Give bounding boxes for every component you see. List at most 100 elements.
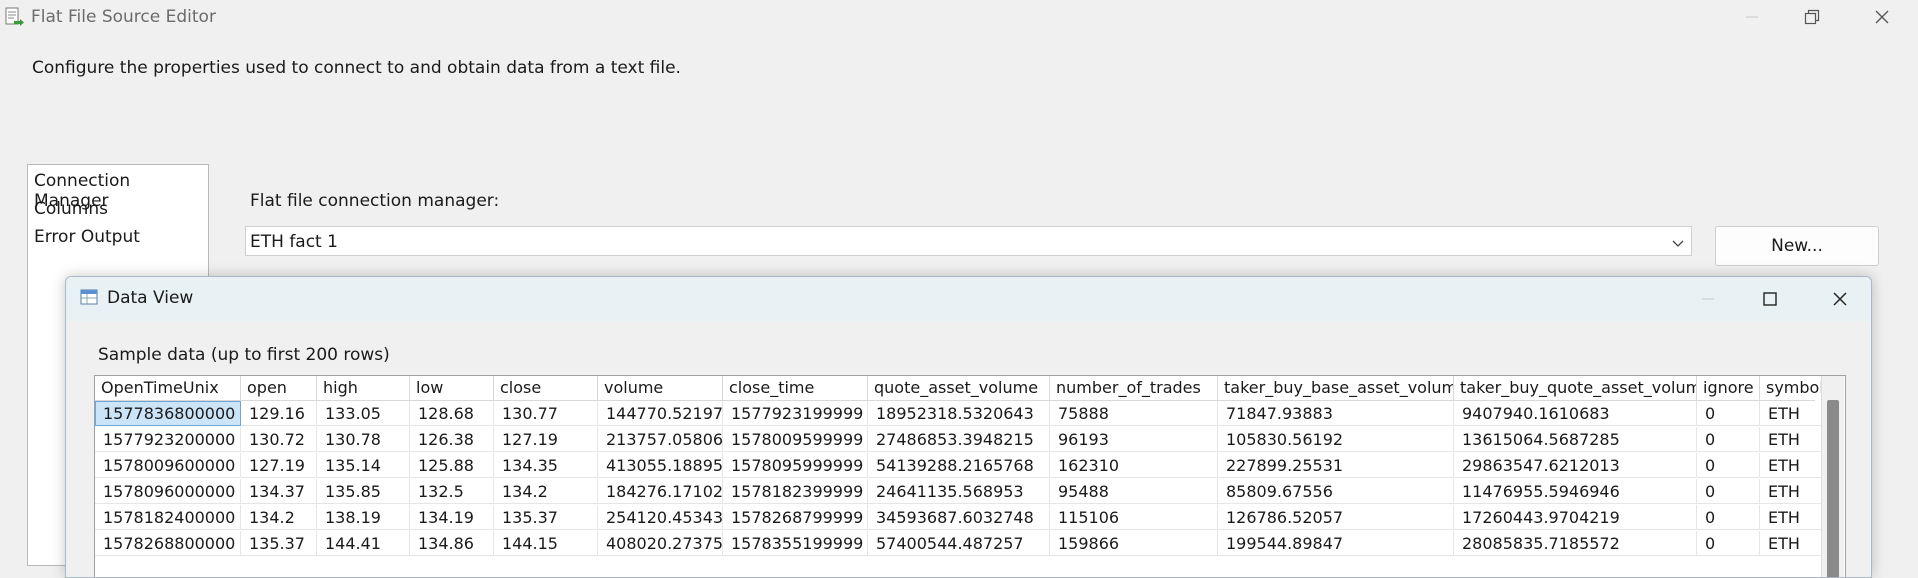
table-cell[interactable]: 1578009599999 bbox=[723, 427, 868, 452]
maximize-icon bbox=[1763, 292, 1777, 306]
table-cell[interactable]: 125.88 bbox=[410, 453, 494, 478]
column-header[interactable]: close_time bbox=[723, 376, 868, 400]
table-cell[interactable]: 75888 bbox=[1050, 401, 1218, 426]
table-cell[interactable]: 134.2 bbox=[241, 505, 317, 530]
table-row[interactable]: 1578182400000 134.2 138.19 134.19 135.37 2541… bbox=[95, 505, 1832, 530]
column-header[interactable]: taker_buy_quote_asset_volume bbox=[1454, 376, 1697, 400]
table-cell[interactable]: 135.14 bbox=[317, 453, 410, 478]
table-cell[interactable]: 18952318.5320643 bbox=[868, 401, 1050, 426]
column-header[interactable]: number_of_trades bbox=[1050, 376, 1218, 400]
column-header[interactable]: volume bbox=[598, 376, 723, 400]
table-cell[interactable]: 254120.45343 bbox=[598, 505, 723, 530]
connection-manager-label: Flat file connection manager: bbox=[250, 191, 500, 211]
table-cell[interactable]: 138.19 bbox=[317, 505, 410, 530]
data-view-close-button[interactable] bbox=[1808, 277, 1871, 321]
chevron-down-icon[interactable] bbox=[1671, 235, 1685, 254]
table-cell[interactable]: 11476955.5946946 bbox=[1454, 479, 1697, 504]
table-cell[interactable]: 1578182399999 bbox=[723, 479, 868, 504]
column-header[interactable]: taker_buy_base_asset_volume bbox=[1218, 376, 1454, 400]
table-cell[interactable]: 134.35 bbox=[494, 453, 598, 478]
table-cell[interactable]: 162310 bbox=[1050, 453, 1218, 478]
column-header[interactable]: ignore bbox=[1697, 376, 1760, 400]
table-cell[interactable]: 9407940.1610683 bbox=[1454, 401, 1697, 426]
table-cell[interactable]: 127.19 bbox=[494, 427, 598, 452]
table-cell[interactable]: 0 bbox=[1697, 427, 1760, 452]
table-cell[interactable]: 13615064.5687285 bbox=[1454, 427, 1697, 452]
table-cell[interactable]: 133.05 bbox=[317, 401, 410, 426]
flat-file-source-icon bbox=[3, 6, 25, 28]
table-cell[interactable]: 1577923200000 bbox=[95, 427, 241, 452]
table-cell[interactable]: 24641135.568953 bbox=[868, 479, 1050, 504]
table-cell[interactable]: 0 bbox=[1697, 479, 1760, 504]
table-cell[interactable]: 134.37 bbox=[241, 479, 317, 504]
table-cell[interactable]: 1577923199999 bbox=[723, 401, 868, 426]
restore-button[interactable] bbox=[1782, 0, 1842, 34]
data-grid[interactable]: OpenTimeUnix open high low close volume close_… bbox=[94, 375, 1846, 577]
table-cell[interactable]: 127.19 bbox=[241, 453, 317, 478]
window-title: Flat File Source Editor bbox=[31, 7, 216, 27]
data-view-minimize-button[interactable] bbox=[1676, 277, 1740, 321]
close-button[interactable] bbox=[1852, 0, 1912, 34]
table-cell[interactable]: 27486853.3948215 bbox=[868, 427, 1050, 452]
sample-data-label: Sample data (up to first 200 rows) bbox=[98, 345, 390, 365]
table-cell[interactable]: 85809.67556 bbox=[1218, 479, 1454, 504]
column-header[interactable]: open bbox=[241, 376, 317, 400]
table-cell[interactable]: 135.37 bbox=[494, 505, 598, 530]
table-cell[interactable]: 129.16 bbox=[241, 401, 317, 426]
table-cell[interactable]: 132.5 bbox=[410, 479, 494, 504]
table-cell[interactable]: 413055.18895 bbox=[598, 453, 723, 478]
table-cell[interactable]: 184276.17102 bbox=[598, 479, 723, 504]
table-cell[interactable]: 0 bbox=[1697, 453, 1760, 478]
table-cell[interactable]: 227899.25531 bbox=[1218, 453, 1454, 478]
table-cell[interactable]: 134.2 bbox=[494, 479, 598, 504]
minimize-icon bbox=[1746, 16, 1758, 18]
table-cell[interactable]: 126.38 bbox=[410, 427, 494, 452]
table-cell[interactable]: 130.78 bbox=[317, 427, 410, 452]
table-cell[interactable]: 128.68 bbox=[410, 401, 494, 426]
table-cell[interactable]: 29863547.6212013 bbox=[1454, 453, 1697, 478]
table-cell[interactable]: 17260443.9704219 bbox=[1454, 505, 1697, 530]
column-header[interactable]: OpenTimeUnix bbox=[95, 376, 241, 400]
new-connection-button[interactable]: New... bbox=[1715, 226, 1879, 266]
column-header[interactable]: high bbox=[317, 376, 410, 400]
table-cell[interactable]: 213757.05806 bbox=[598, 427, 723, 452]
table-cell[interactable]: 1578095999999 bbox=[723, 453, 868, 478]
column-header[interactable]: close bbox=[494, 376, 598, 400]
table-cell[interactable]: 54139288.2165768 bbox=[868, 453, 1050, 478]
connection-manager-select[interactable]: ETH fact 1 bbox=[245, 226, 1692, 256]
table-cell[interactable]: 95488 bbox=[1050, 479, 1218, 504]
table-cell[interactable]: 1578182400000 bbox=[95, 505, 241, 530]
column-header[interactable]: quote_asset_volume bbox=[868, 376, 1050, 400]
table-cell[interactable]: 130.72 bbox=[241, 427, 317, 452]
table-cell[interactable]: 105830.56192 bbox=[1218, 427, 1454, 452]
vertical-scrollbar[interactable] bbox=[1821, 376, 1844, 577]
close-icon bbox=[1875, 10, 1889, 24]
table-row[interactable]: 1578009600000 127.19 135.14 125.88 134.35 413… bbox=[95, 453, 1832, 478]
table-cell[interactable]: 130.77 bbox=[494, 401, 598, 426]
table-cell[interactable]: 96193 bbox=[1050, 427, 1218, 452]
table-cell[interactable]: 34593687.6032748 bbox=[868, 505, 1050, 530]
table-cell[interactable]: 1578009600000 bbox=[95, 453, 241, 478]
table-cell[interactable]: 134.19 bbox=[410, 505, 494, 530]
table-cell[interactable]: 1578268799999 bbox=[723, 505, 868, 530]
table-cell[interactable]: 0 bbox=[1697, 401, 1760, 426]
minimize-icon bbox=[1702, 298, 1714, 300]
table-cell[interactable]: 126786.52057 bbox=[1218, 505, 1454, 530]
table-row[interactable]: 1577836800000 129.16 133.05 128.68 130.77 144… bbox=[95, 401, 1832, 426]
table-cell[interactable]: 1578096000000 bbox=[95, 479, 241, 504]
nav-item-error-output[interactable]: Error Output bbox=[34, 227, 140, 247]
data-view-maximize-button[interactable] bbox=[1738, 277, 1802, 321]
table-row[interactable]: 1577923200000 130.72 130.78 126.38 127.19 213… bbox=[95, 427, 1832, 452]
scrollbar-thumb[interactable] bbox=[1827, 400, 1839, 577]
table-cell[interactable]: 71847.93883 bbox=[1218, 401, 1454, 426]
table-row[interactable]: 1578096000000 134.37 135.85 132.5 134.2 18427… bbox=[95, 479, 1832, 504]
table-cell[interactable]: 135.85 bbox=[317, 479, 410, 504]
table-cell[interactable]: 115106 bbox=[1050, 505, 1218, 530]
nav-item-columns[interactable]: Columns bbox=[34, 199, 108, 219]
table-cell[interactable]: 1577836800000 bbox=[95, 401, 241, 426]
table-cell[interactable]: 0 bbox=[1697, 505, 1760, 530]
editor-description: Configure the properties used to connect… bbox=[32, 58, 681, 78]
column-header[interactable]: low bbox=[410, 376, 494, 400]
minimize-button[interactable] bbox=[1722, 0, 1782, 34]
table-cell[interactable]: 144770.52197 bbox=[598, 401, 723, 426]
